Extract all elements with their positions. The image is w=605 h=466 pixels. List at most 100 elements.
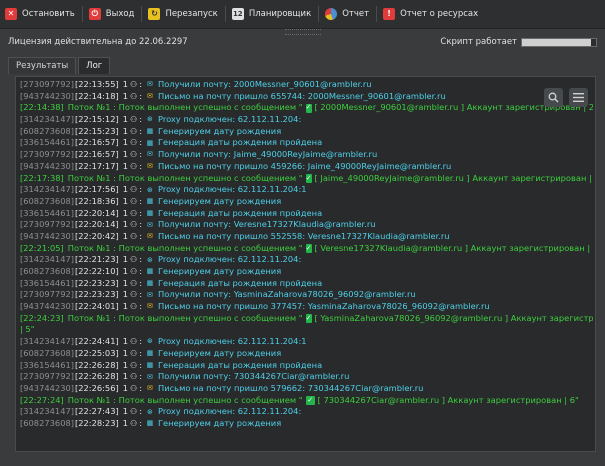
log-line: [336154461] [22:23:23] 1 ⚇: ▦ Генерация даты … [20,278,593,290]
log-time: [22:14:18] [74,90,119,101]
log-message: Генерируем дату рождения [157,347,282,358]
user-icon: ⚇ [130,267,138,276]
toolbar-divider [224,6,226,22]
log-panel[interactable]: [273097792] [22:13:55] 1 ⚇: ✉ Получили почту:… [15,76,596,452]
stop-button[interactable]: ✕ Остановить [0,3,81,25]
separator: : [139,114,142,125]
log-time: [22:20:14] [74,219,119,230]
license-text: Лицензия действительна до 22.06.2297 [8,37,188,47]
restart-button[interactable]: ↻ Перезапуск [143,3,223,25]
separator: : [139,207,142,218]
proxy-icon: ⊛ [147,407,153,416]
separator: : [139,277,142,288]
search-button[interactable] [544,88,563,107]
user-icon: ⚇ [130,185,138,195]
log-message: Генерируем дату рождения [157,125,282,136]
separator: : [139,301,142,312]
log-time: [22:25:03] [74,347,119,358]
user-icon: ⚇ [130,161,138,171]
separator: : [139,406,142,417]
thread-id: [273097792] [20,219,74,230]
separator: : [139,371,142,382]
incoming-mail-icon: ✉ [147,162,153,171]
log-message: Proxy подключен: 62.112.11.204: [157,254,302,265]
separator: : [139,90,142,101]
thread-number: 1 [122,417,129,428]
thread-id: [314234147] [20,406,74,417]
separator: : [139,359,142,370]
user-icon: ⚇ [130,407,138,417]
log-line: [314234147] [22:15:12] 1 ⚇: ⊛ Proxy подключен… [20,114,593,126]
log-line: [943744230] [22:26:56] 1 ⚇: ✉ Письмо на почту… [20,383,593,395]
user-icon: ⚇ [130,290,138,300]
log-line: [608273608] [22:15:23] 1 ⚇: ▦ Генерируем дату… [20,126,593,138]
checkmark-icon: ✓ [305,103,312,113]
separator: : [139,382,142,393]
log-message: Письмо на почту пришло 579662: 730344267… [157,382,424,393]
log-message: Письмо на почту пришло 459266: Jaime_490… [157,160,452,171]
calendar-icon: ▦ [146,208,154,217]
log-message: Письмо на почту пришло 552558: Veresne17… [157,230,450,241]
thread-id: [608273608] [20,347,74,358]
user-icon: ⚇ [130,302,138,312]
checkmark-icon: ✓ [305,173,312,183]
calendar-icon: ▦ [146,279,154,288]
log-time: [22:13:55] [74,79,119,89]
tab-log[interactable]: Лог [78,57,111,74]
magnifier-icon [548,92,559,103]
user-icon: ⚇ [130,231,138,241]
stop-icon: ✕ [5,8,17,20]
report-button[interactable]: Отчет [320,3,375,25]
toolbar-divider [81,6,83,22]
menu-button[interactable] [569,88,588,107]
log-line: [22:14:38] Поток №1 : Поток выполнен успе… [20,102,593,114]
tab-results[interactable]: Результаты [8,57,77,74]
thread-number: 1 [122,266,129,276]
resources-report-button[interactable]: ! Отчет о ресурсах [378,3,484,25]
thread-number: 1 [122,184,129,195]
restart-label: Перезапуск [165,9,218,19]
log-time: [22:24:41] [74,336,119,347]
log-line: [336154461] [22:20:14] 1 ⚇: ▦ Генерация даты … [20,208,593,220]
separator: : [139,184,142,195]
log-line: [314234147] [22:21:23] 1 ⚇: ⊛ Proxy подключен… [20,254,593,266]
exit-button[interactable]: ⏻ Выход [84,3,141,25]
envelope-icon: ✉ [147,80,153,89]
thread-number: 1 [122,347,129,358]
thread-id: [608273608] [20,266,74,276]
calendar-icon: ▦ [146,349,154,358]
separator: : [139,125,142,136]
log-time: [22:20:14] [74,207,119,218]
success-detail: [ Jaime_49000ReyJaime@rambler.ru ] Аккау… [314,172,594,183]
thread-id: [314234147] [20,254,74,265]
thread-id: [314234147] [20,114,74,125]
thread-id: [943744230] [20,301,74,312]
success-message: Поток №1 : Поток выполнен успешно с сооб… [67,172,303,183]
proxy-icon: ⊛ [147,185,153,194]
log-line: [273097792] [22:23:23] 1 ⚇: ✉ Получили почту:… [20,289,593,301]
thread-number: 1 [122,371,129,382]
toolbar-divider [376,6,378,22]
log-time: [22:26:28] [74,359,119,370]
success-detail: [ Veresne17327Klaudia@rambler.ru ] Аккау… [314,242,594,253]
user-icon: ⚇ [130,196,138,206]
thread-number: 1 [122,114,129,125]
log-time: [22:15:12] [74,114,119,125]
log-line: [608273608] [22:22:10] 1 ⚇: ▦ Генерируем дату… [20,266,593,278]
log-time: [22:22:10] [74,266,119,276]
calendar-icon: ▦ [146,360,154,369]
user-icon: ⚇ [130,337,138,347]
log-time: [22:23:23] [74,289,119,300]
log-message: Генерация даты рождения пройдена [157,137,323,148]
thread-number: 1 [122,207,129,218]
scheduler-button[interactable]: 12 Планировщик [227,3,317,25]
log-line: [943744230] [22:17:17] 1 ⚇: ✉ Письмо на почту… [20,161,593,173]
log-line: [608273608] [22:25:03] 1 ⚇: ▦ Генерируем дату… [20,348,593,360]
log-time: [22:15:23] [74,125,119,136]
log-line: [273097792] [22:13:55] 1 ⚇: ✉ Получили почту:… [20,79,593,91]
pie-chart-icon [325,8,338,20]
thread-id: [943744230] [20,382,74,393]
log-line-continuation: | 5" [20,324,35,335]
envelope-icon: ✉ [147,372,153,381]
log-message: Письмо на почту пришло 377457: YasminaZa… [157,301,490,312]
